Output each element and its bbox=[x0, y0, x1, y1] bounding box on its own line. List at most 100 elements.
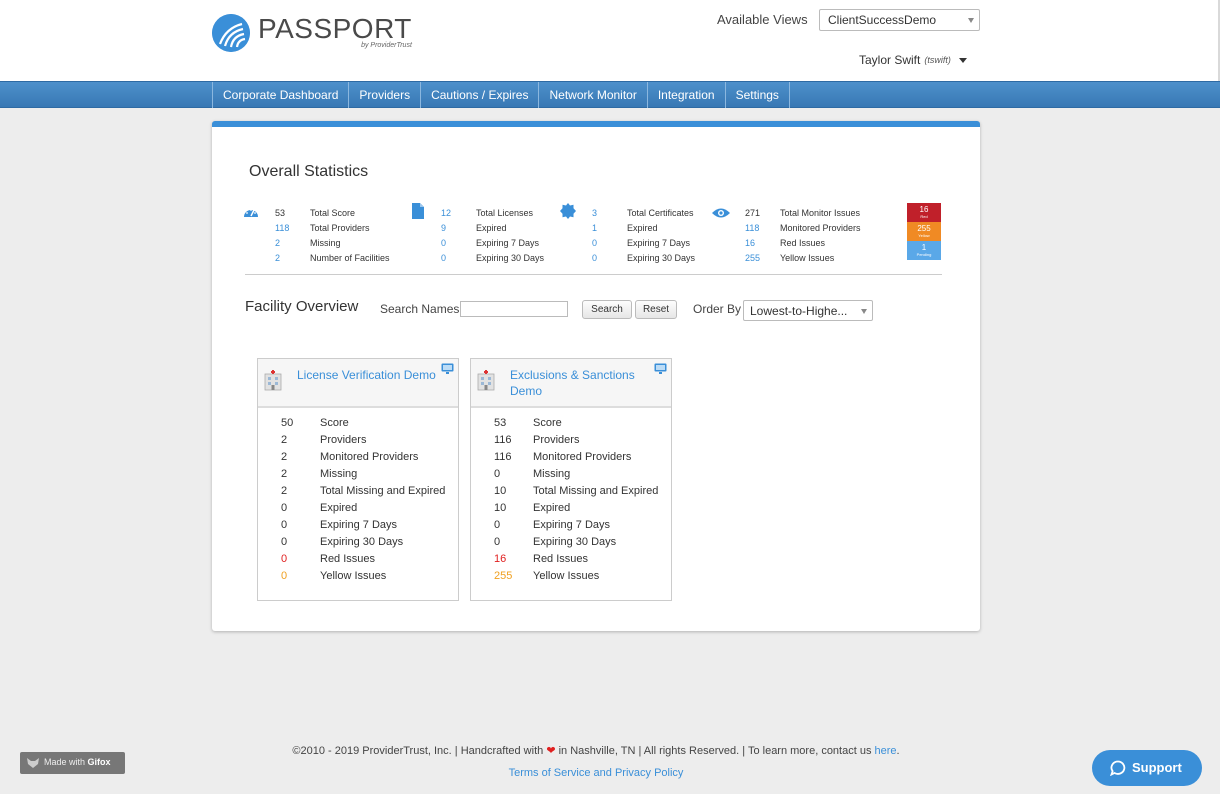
heart-icon: ❤ bbox=[546, 745, 556, 757]
stat-value[interactable]: 2 bbox=[275, 253, 305, 263]
stat-label: Expiring 7 Days bbox=[627, 238, 691, 248]
facility-row: 2 Missing bbox=[258, 468, 458, 485]
stat-value[interactable]: 255 bbox=[745, 253, 775, 263]
main-nav: Corporate Dashboard Providers Cautions /… bbox=[0, 81, 1220, 108]
document-icon bbox=[412, 203, 424, 219]
facility-card: Exclusions & Sanctions Demo 53 Score 116 P… bbox=[470, 358, 672, 601]
facility-row: 0 Expiring 7 Days bbox=[258, 519, 458, 536]
footer-separator: | bbox=[635, 745, 644, 757]
stat-value[interactable]: 0 bbox=[592, 238, 622, 248]
user-menu[interactable]: Taylor Swift (tswift) bbox=[859, 53, 967, 67]
facility-row: 2 Providers bbox=[258, 434, 458, 451]
passport-logo-icon bbox=[212, 14, 250, 52]
stat-value[interactable]: 2 bbox=[275, 238, 305, 248]
stat-value[interactable]: 9 bbox=[441, 223, 471, 233]
nav-corporate-dashboard[interactable]: Corporate Dashboard bbox=[212, 82, 348, 108]
header: PASSPORT by ProviderTrust Available View… bbox=[0, 0, 1220, 81]
facility-row: 255 Yellow Issues bbox=[471, 570, 671, 587]
facility-value: 2 bbox=[281, 434, 288, 446]
user-name: Taylor Swift bbox=[859, 53, 921, 67]
facility-label: Red Issues bbox=[320, 553, 376, 565]
gifox-brand: Gifox bbox=[87, 757, 111, 767]
order-by-value: Lowest-to-Highe... bbox=[750, 304, 848, 318]
yellow-issues-badge[interactable]: 255 Yellow bbox=[907, 222, 941, 241]
certificate-icon bbox=[560, 203, 576, 219]
gifox-badge[interactable]: Made with Gifox bbox=[20, 752, 125, 774]
facility-row: 10 Total Missing and Expired bbox=[471, 485, 671, 502]
stat-value[interactable]: 3 bbox=[592, 208, 622, 218]
terms-link[interactable]: Terms of Service and Privacy Policy bbox=[0, 767, 1192, 779]
facility-row: 0 Expiring 7 Days bbox=[471, 519, 671, 536]
contact-here-link[interactable]: here bbox=[875, 745, 897, 757]
facility-value: 0 bbox=[494, 536, 501, 548]
facility-row: 16 Red Issues bbox=[471, 553, 671, 570]
facility-value: 2 bbox=[281, 485, 288, 497]
facility-value: 50 bbox=[281, 417, 294, 429]
order-by-select[interactable]: Lowest-to-Highe... bbox=[743, 300, 873, 321]
available-views-select[interactable]: ClientSuccessDemo bbox=[819, 9, 980, 31]
facility-overview-title: Facility Overview bbox=[245, 298, 359, 315]
facility-label: Score bbox=[320, 417, 349, 429]
brand-name: PASSPORT bbox=[258, 13, 412, 44]
nav-network-monitor[interactable]: Network Monitor bbox=[538, 82, 646, 108]
handcrafted-text: Handcrafted with bbox=[460, 745, 547, 757]
footer-separator: | bbox=[451, 745, 461, 757]
caret-down-icon bbox=[958, 57, 967, 63]
facility-row: 0 Expiring 30 Days bbox=[471, 536, 671, 553]
search-names-input[interactable] bbox=[460, 301, 568, 317]
facility-value: 2 bbox=[281, 468, 288, 480]
monitor-icon[interactable] bbox=[654, 363, 667, 374]
stat-value[interactable]: 12 bbox=[441, 208, 471, 218]
stat-value[interactable]: 0 bbox=[441, 238, 471, 248]
stat-value[interactable]: 16 bbox=[745, 238, 775, 248]
facility-card-title[interactable]: Exclusions & Sanctions Demo bbox=[510, 367, 650, 399]
facility-value: 255 bbox=[494, 570, 513, 582]
support-button[interactable]: Support bbox=[1092, 750, 1202, 786]
available-views-value: ClientSuccessDemo bbox=[828, 13, 937, 27]
facility-value: 0 bbox=[494, 519, 501, 531]
stat-label: Yellow Issues bbox=[780, 253, 835, 263]
stat-value[interactable]: 118 bbox=[275, 223, 305, 233]
logo[interactable]: PASSPORT by ProviderTrust bbox=[212, 14, 412, 52]
nav-providers[interactable]: Providers bbox=[348, 82, 420, 108]
overall-stats: 53 Total Score 118 Total Providers 2 Missin… bbox=[242, 201, 942, 263]
stat-label: Expiring 30 Days bbox=[476, 253, 545, 263]
stat-value[interactable]: 118 bbox=[745, 223, 775, 233]
facility-label: Expiring 7 Days bbox=[320, 519, 398, 531]
reset-button[interactable]: Reset bbox=[635, 300, 677, 319]
facility-value: 0 bbox=[281, 519, 288, 531]
facility-card-title[interactable]: License Verification Demo bbox=[297, 367, 437, 383]
nav-settings[interactable]: Settings bbox=[724, 82, 790, 108]
footer-period: . bbox=[896, 745, 900, 757]
facility-row: 0 Missing bbox=[471, 468, 671, 485]
user-handle: (tswift) bbox=[924, 55, 951, 65]
building-icon bbox=[264, 370, 282, 391]
facility-label: Providers bbox=[320, 434, 367, 446]
facility-card-header: License Verification Demo bbox=[258, 359, 458, 408]
facility-label: Yellow Issues bbox=[533, 570, 600, 582]
gifox-prefix: Made with bbox=[44, 757, 88, 767]
rights-text: All rights Reserved. bbox=[643, 745, 740, 757]
search-button[interactable]: Search bbox=[582, 300, 632, 319]
building-icon bbox=[477, 370, 495, 391]
stat-value[interactable]: 0 bbox=[592, 253, 622, 263]
red-issues-badge[interactable]: 16 Red bbox=[907, 203, 941, 222]
facility-row: 116 Providers bbox=[471, 434, 671, 451]
facility-row: 0 Expired bbox=[258, 502, 458, 519]
pending-issues-badge[interactable]: 1 Pending bbox=[907, 241, 941, 260]
badge-label: Pending bbox=[916, 252, 932, 257]
facility-label: Monitored Providers bbox=[533, 451, 632, 463]
monitor-icon[interactable] bbox=[441, 363, 454, 374]
facility-value: 53 bbox=[494, 417, 507, 429]
dropdown-caret-icon bbox=[861, 309, 867, 314]
location-text: in Nashville, TN bbox=[555, 745, 636, 757]
learn-more-text: To learn more, contact us bbox=[747, 745, 875, 757]
stat-value[interactable]: 0 bbox=[441, 253, 471, 263]
stat-label: Total Certificates bbox=[627, 208, 694, 218]
nav-integration[interactable]: Integration bbox=[646, 82, 725, 108]
copyright-text: ©2010 - 2019 ProviderTrust, Inc. bbox=[292, 745, 452, 757]
nav-cautions-expires[interactable]: Cautions / Expires bbox=[420, 82, 538, 108]
stat-label: Total Providers bbox=[310, 223, 370, 233]
facility-label: Expiring 30 Days bbox=[320, 536, 404, 548]
stat-value[interactable]: 1 bbox=[592, 223, 622, 233]
